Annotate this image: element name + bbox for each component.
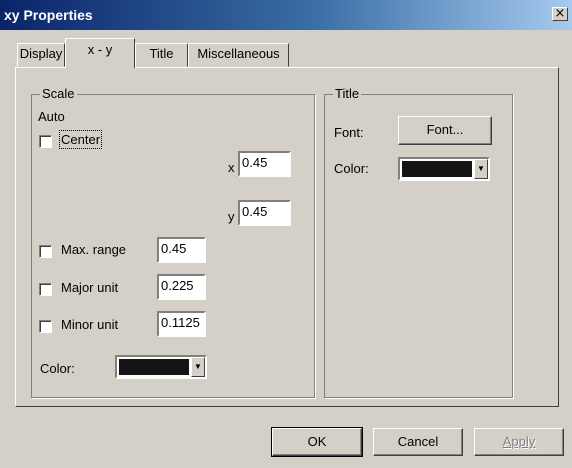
font-label: Font: [334,125,364,140]
major-unit-field[interactable]: 0.225 [157,274,206,300]
apply-button[interactable]: Apply [474,428,564,456]
scale-caption: Scale [40,86,77,101]
ok-button[interactable]: OK [271,427,363,457]
scale-color-picker[interactable]: ▼ [115,355,207,379]
chevron-down-icon[interactable]: ▼ [191,357,205,377]
font-button[interactable]: Font... [398,116,492,145]
x-label: x [228,160,235,175]
max-range-field[interactable]: 0.45 [157,237,206,263]
tab-display[interactable]: Display [17,43,65,67]
title-color-picker[interactable]: ▼ [398,157,490,181]
window-title: xy Properties [4,7,93,23]
title-group-caption: Title [333,86,362,101]
apply-label: Apply [502,434,536,449]
max-range-checkbox[interactable] [39,245,52,258]
chevron-down-icon[interactable]: ▼ [474,159,488,179]
tab-title[interactable]: Title [135,43,188,67]
title-color-label: Color: [334,161,369,176]
tab-panel-x-y: Scale Auto Center x 0.45 y 0.45 Max. ran… [15,67,559,407]
tab-miscellaneous[interactable]: Miscellaneous [188,43,289,67]
minor-unit-checkbox[interactable] [39,320,52,333]
title-color-swatch [402,161,472,177]
x-value-field[interactable]: 0.45 [238,151,291,177]
max-range-label[interactable]: Max. range [61,242,126,257]
scale-color-label: Color: [40,361,75,376]
scale-group: Scale Auto Center x 0.45 y 0.45 Max. ran… [31,86,315,398]
minor-unit-label[interactable]: Minor unit [61,317,118,332]
close-button[interactable]: × [552,7,568,21]
cancel-button[interactable]: Cancel [373,428,463,456]
center-checkbox[interactable] [39,135,52,148]
y-value-field[interactable]: 0.45 [238,200,291,226]
title-group: Title Font: Font... Color: ▼ [324,86,513,398]
title-bar: xy Properties × [0,0,572,30]
auto-label: Auto [38,109,65,124]
y-label: y [228,209,235,224]
tab-x-y[interactable]: x - y [65,38,135,68]
minor-unit-field[interactable]: 0.1125 [157,311,206,337]
scale-color-swatch [119,359,189,375]
center-label[interactable]: Center [58,130,103,149]
major-unit-label[interactable]: Major unit [61,280,118,295]
major-unit-checkbox[interactable] [39,283,52,296]
